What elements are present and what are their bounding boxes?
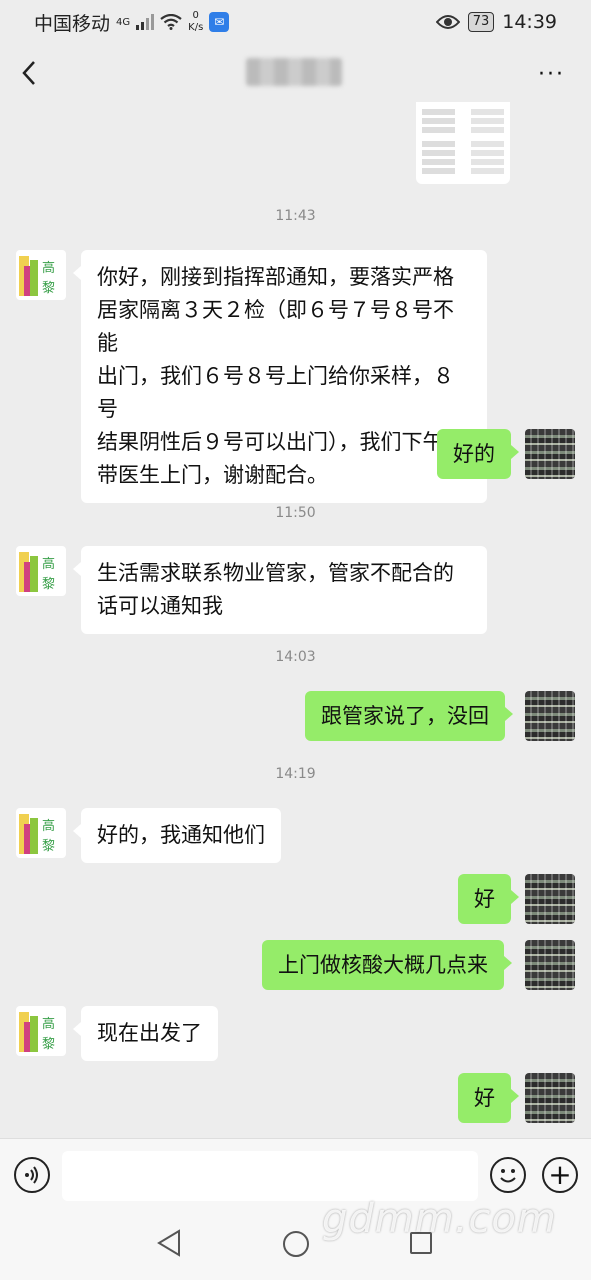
message-bubble-received[interactable]: 生活需求联系物业管家，管家不配合的 话可以通知我 — [73, 546, 487, 634]
net-speed: 0 K/s — [188, 10, 203, 34]
svg-text:黎: 黎 — [42, 839, 55, 854]
message-bubble-received[interactable]: 好的，我通知他们 — [73, 808, 281, 863]
chevron-left-icon[interactable] — [16, 58, 46, 88]
message-line: 结果阴性后９号可以出门），我们下午 — [97, 430, 444, 454]
message-line: 生活需求联系物业管家，管家不配合的 — [97, 561, 454, 585]
svg-text:黎: 黎 — [42, 577, 55, 592]
battery-indicator: 73 — [467, 12, 495, 32]
avatar[interactable]: 高 黎 — [16, 250, 66, 300]
message-bubble-received[interactable]: 你好，刚接到指挥部通知，要落实严格 居家隔离３天２检（即６号７号８号不能 出门，… — [73, 250, 487, 503]
previous-image-message[interactable] — [416, 102, 510, 184]
message-line: 出门，我们６号８号上门给你采样，８号 — [97, 364, 454, 421]
chat-header: ··· — [0, 44, 591, 102]
avatar[interactable] — [525, 874, 575, 924]
message-bubble-sent[interactable]: 好 — [458, 874, 519, 924]
svg-text:高: 高 — [42, 556, 55, 572]
svg-text:黎: 黎 — [42, 1037, 55, 1052]
svg-text:黎: 黎 — [42, 281, 55, 296]
contact-avatar-logo: 高 黎 — [19, 1012, 55, 1052]
message-line: 话可以通知我 — [97, 594, 223, 618]
contact-avatar-logo: 高 黎 — [19, 814, 55, 854]
message-line: 带医生上门，谢谢配合。 — [97, 463, 328, 487]
svg-text:高: 高 — [42, 260, 55, 276]
emoji-icon[interactable] — [490, 1157, 526, 1193]
message-bubble-sent[interactable]: 好 — [458, 1073, 519, 1123]
message-bubble-sent[interactable]: 好的 — [437, 429, 519, 479]
wifi-icon — [160, 14, 182, 30]
clock: 14:39 — [502, 11, 557, 33]
contact-avatar-logo: 高 黎 — [19, 256, 55, 296]
eye-icon — [435, 15, 460, 29]
avatar[interactable] — [525, 429, 575, 479]
speed-value: 0 — [192, 10, 199, 21]
message-bubble-sent[interactable]: 上门做核酸大概几点来 — [262, 940, 512, 990]
contact-avatar-logo: 高 黎 — [19, 552, 55, 592]
speed-unit: K/s — [188, 22, 204, 33]
more-button[interactable]: ··· — [538, 62, 565, 87]
time-divider: 11:50 — [275, 505, 316, 521]
message-bubble-received[interactable]: 现在出发了 — [73, 1006, 218, 1061]
smiley-face-icon — [500, 1169, 516, 1183]
svg-text:高: 高 — [42, 1016, 55, 1032]
svg-text:高: 高 — [42, 818, 55, 834]
message-line: 好的，我通知他们 — [97, 823, 265, 847]
nav-back-icon[interactable] — [155, 1228, 183, 1258]
message-input[interactable] — [62, 1151, 478, 1201]
network-type: 4G — [116, 16, 131, 28]
status-bar: 中国移动 4G 0 K/s ✉ 73 14:39 — [0, 0, 591, 44]
avatar[interactable]: 高 黎 — [16, 1006, 66, 1056]
message-line: 居家隔离３天２检（即６号７号８号不能 — [97, 298, 454, 355]
avatar[interactable] — [525, 940, 575, 990]
watermark: gdmm.com — [322, 1196, 557, 1242]
voice-icon[interactable] — [14, 1157, 50, 1193]
time-divider: 14:03 — [275, 649, 316, 665]
avatar[interactable]: 高 黎 — [16, 546, 66, 596]
chat-title-redacted — [246, 58, 342, 86]
signal-icon — [136, 14, 155, 30]
plus-icon[interactable]: + — [542, 1157, 578, 1193]
carrier-label: 中国移动 — [34, 12, 111, 35]
message-line: 你好，刚接到指挥部通知，要落实严格 — [97, 265, 454, 289]
message-bubble-sent[interactable]: 跟管家说了，没回 — [305, 691, 513, 741]
message-line: 现在出发了 — [97, 1021, 202, 1045]
time-divider: 14:19 — [275, 766, 316, 782]
notification-icon: ✉ — [209, 12, 230, 32]
avatar[interactable]: 高 黎 — [16, 808, 66, 858]
chat-area[interactable]: 11:43 高 黎 你好，刚接到指挥部通知，要落实严格 居家隔离３天２检（即６号… — [0, 102, 591, 1138]
nav-home-icon[interactable] — [283, 1231, 309, 1257]
voice-waves-icon — [25, 1166, 38, 1184]
time-divider: 11:43 — [275, 208, 316, 224]
avatar[interactable] — [525, 1073, 575, 1123]
avatar[interactable] — [525, 691, 575, 741]
